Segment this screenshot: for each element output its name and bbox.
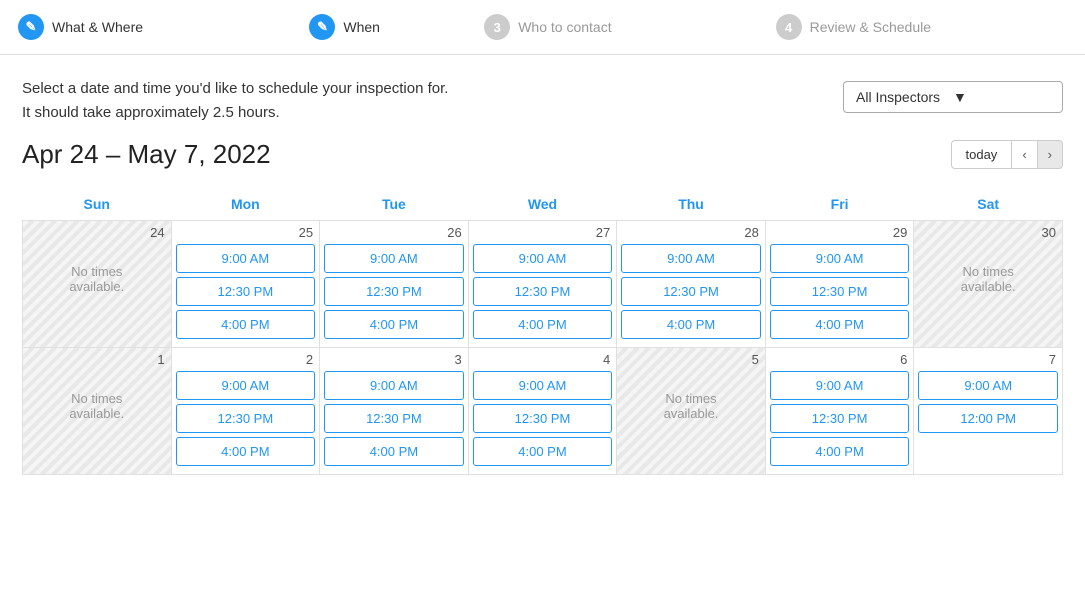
time-slot-4-00-PM-w1d5[interactable]: 4:00 PM (770, 437, 910, 466)
time-slot-12-30-PM-w0d3[interactable]: 12:30 PM (473, 277, 613, 306)
step-label-who: Who to contact (518, 19, 611, 35)
time-slot-4-00-PM-w0d1[interactable]: 4:00 PM (176, 310, 316, 339)
time-slot-4-00-PM-w1d3[interactable]: 4:00 PM (473, 437, 613, 466)
time-slot-4-00-PM-w1d1[interactable]: 4:00 PM (176, 437, 316, 466)
calendar-cell-w1-d0: 1 No times available. (23, 348, 172, 475)
no-times-1: No times available. (27, 371, 167, 441)
calendar-cell-w0-d5: 29 9:00 AM 12:30 PM 4:00 PM (765, 221, 914, 348)
col-header-fri: Fri (765, 188, 914, 221)
day-number-7: 7 (918, 352, 1058, 367)
step-label-review: Review & Schedule (810, 19, 931, 35)
time-slot-12-30-PM-w1d2[interactable]: 12:30 PM (324, 404, 464, 433)
calendar-cell-w1-d6: 7 9:00 AM 12:00 PM (914, 348, 1063, 475)
step-icon-review: 4 (776, 14, 802, 40)
calendar-cell-w1-d3: 4 9:00 AM 12:30 PM 4:00 PM (468, 348, 617, 475)
no-times-24: No times available. (27, 244, 167, 314)
col-header-mon: Mon (171, 188, 320, 221)
day-number-3: 3 (324, 352, 464, 367)
step-label-when: When (343, 19, 380, 35)
description: Select a date and time you'd like to sch… (22, 77, 448, 125)
inspector-dropdown-label: All Inspectors (856, 89, 953, 105)
description-line2: It should take approximately 2.5 hours. (22, 101, 448, 125)
time-slot-12-00-PM-w1d6[interactable]: 12:00 PM (918, 404, 1058, 433)
time-slot-12-30-PM-w0d2[interactable]: 12:30 PM (324, 277, 464, 306)
col-header-tue: Tue (320, 188, 469, 221)
calendar: Sun Mon Tue Wed Thu Fri Sat 24No times a… (22, 188, 1063, 475)
wizard-bar: ✎ What & Where ✎ When 3 Who to contact 4… (0, 0, 1085, 55)
calendar-cell-w0-d4: 28 9:00 AM 12:30 PM 4:00 PM (617, 221, 766, 348)
day-number-26: 26 (324, 225, 464, 240)
chevron-down-icon: ▼ (953, 89, 1050, 105)
time-slot-12-30-PM-w0d5[interactable]: 12:30 PM (770, 277, 910, 306)
time-slot-9-00-AM-w0d1[interactable]: 9:00 AM (176, 244, 316, 273)
nav-buttons: today ‹ › (951, 140, 1064, 169)
time-slot-9-00-AM-w0d5[interactable]: 9:00 AM (770, 244, 910, 273)
time-slot-9-00-AM-w0d3[interactable]: 9:00 AM (473, 244, 613, 273)
step-label-what-where: What & Where (52, 19, 143, 35)
calendar-week-1: 1 No times available. 2 9:00 AM 12:30 PM 4:00… (23, 348, 1063, 475)
day-number-27: 27 (473, 225, 613, 240)
time-slot-9-00-AM-w1d1[interactable]: 9:00 AM (176, 371, 316, 400)
col-header-thu: Thu (617, 188, 766, 221)
main-content: Select a date and time you'd like to sch… (0, 55, 1085, 485)
calendar-cell-w0-d1: 25 9:00 AM 12:30 PM 4:00 PM (171, 221, 320, 348)
description-line1: Select a date and time you'd like to sch… (22, 77, 448, 101)
day-number-6: 6 (770, 352, 910, 367)
inspector-dropdown[interactable]: All Inspectors ▼ (843, 81, 1063, 113)
calendar-cell-w0-d0: 24 No times available. (23, 221, 172, 348)
wizard-step-who[interactable]: 3 Who to contact (484, 14, 775, 40)
time-slot-4-00-PM-w1d2[interactable]: 4:00 PM (324, 437, 464, 466)
time-slot-9-00-AM-w1d5[interactable]: 9:00 AM (770, 371, 910, 400)
today-button[interactable]: today (951, 140, 1013, 169)
time-slot-9-00-AM-w1d6[interactable]: 9:00 AM (918, 371, 1058, 400)
date-range-label: Apr 24 – May 7, 2022 (22, 139, 271, 170)
prev-button[interactable]: ‹ (1012, 140, 1037, 169)
day-number-25: 25 (176, 225, 316, 240)
next-button[interactable]: › (1038, 140, 1063, 169)
wizard-step-what-where[interactable]: ✎ What & Where (18, 14, 309, 40)
time-slot-9-00-AM-w0d4[interactable]: 9:00 AM (621, 244, 761, 273)
time-slot-9-00-AM-w1d3[interactable]: 9:00 AM (473, 371, 613, 400)
col-header-wed: Wed (468, 188, 617, 221)
calendar-cell-w1-d4: 5 No times available. (617, 348, 766, 475)
day-number-29: 29 (770, 225, 910, 240)
calendar-cell-w0-d6: 30 No times available. (914, 221, 1063, 348)
time-slot-12-30-PM-w1d1[interactable]: 12:30 PM (176, 404, 316, 433)
step-icon-when: ✎ (309, 14, 335, 40)
time-slot-12-30-PM-w0d1[interactable]: 12:30 PM (176, 277, 316, 306)
time-slot-12-30-PM-w0d4[interactable]: 12:30 PM (621, 277, 761, 306)
no-times-5: No times available. (621, 371, 761, 441)
time-slot-12-30-PM-w1d5[interactable]: 12:30 PM (770, 404, 910, 433)
col-header-sat: Sat (914, 188, 1063, 221)
day-number-24: 24 (27, 225, 167, 240)
calendar-cell-w0-d2: 26 9:00 AM 12:30 PM 4:00 PM (320, 221, 469, 348)
step-icon-who: 3 (484, 14, 510, 40)
time-slot-9-00-AM-w1d2[interactable]: 9:00 AM (324, 371, 464, 400)
wizard-step-review[interactable]: 4 Review & Schedule (776, 14, 1067, 40)
calendar-cell-w1-d2: 3 9:00 AM 12:30 PM 4:00 PM (320, 348, 469, 475)
calendar-header-row: Sun Mon Tue Wed Thu Fri Sat (23, 188, 1063, 221)
calendar-cell-w1-d5: 6 9:00 AM 12:30 PM 4:00 PM (765, 348, 914, 475)
col-header-sun: Sun (23, 188, 172, 221)
time-slot-4-00-PM-w0d3[interactable]: 4:00 PM (473, 310, 613, 339)
time-slot-12-30-PM-w1d3[interactable]: 12:30 PM (473, 404, 613, 433)
day-number-2: 2 (176, 352, 316, 367)
time-slot-4-00-PM-w0d2[interactable]: 4:00 PM (324, 310, 464, 339)
day-number-5: 5 (621, 352, 761, 367)
no-times-30: No times available. (918, 244, 1058, 314)
date-nav-row: Apr 24 – May 7, 2022 today ‹ › (22, 139, 1063, 170)
day-number-4: 4 (473, 352, 613, 367)
wizard-step-when[interactable]: ✎ When (309, 14, 484, 40)
time-slot-4-00-PM-w0d4[interactable]: 4:00 PM (621, 310, 761, 339)
day-number-30: 30 (918, 225, 1058, 240)
step-icon-what-where: ✎ (18, 14, 44, 40)
calendar-cell-w1-d1: 2 9:00 AM 12:30 PM 4:00 PM (171, 348, 320, 475)
top-row: Select a date and time you'd like to sch… (22, 77, 1063, 125)
calendar-week-0: 24 No times available. 25 9:00 AM 12:30 PM 4:… (23, 221, 1063, 348)
time-slot-4-00-PM-w0d5[interactable]: 4:00 PM (770, 310, 910, 339)
day-number-28: 28 (621, 225, 761, 240)
calendar-cell-w0-d3: 27 9:00 AM 12:30 PM 4:00 PM (468, 221, 617, 348)
day-number-1: 1 (27, 352, 167, 367)
time-slot-9-00-AM-w0d2[interactable]: 9:00 AM (324, 244, 464, 273)
